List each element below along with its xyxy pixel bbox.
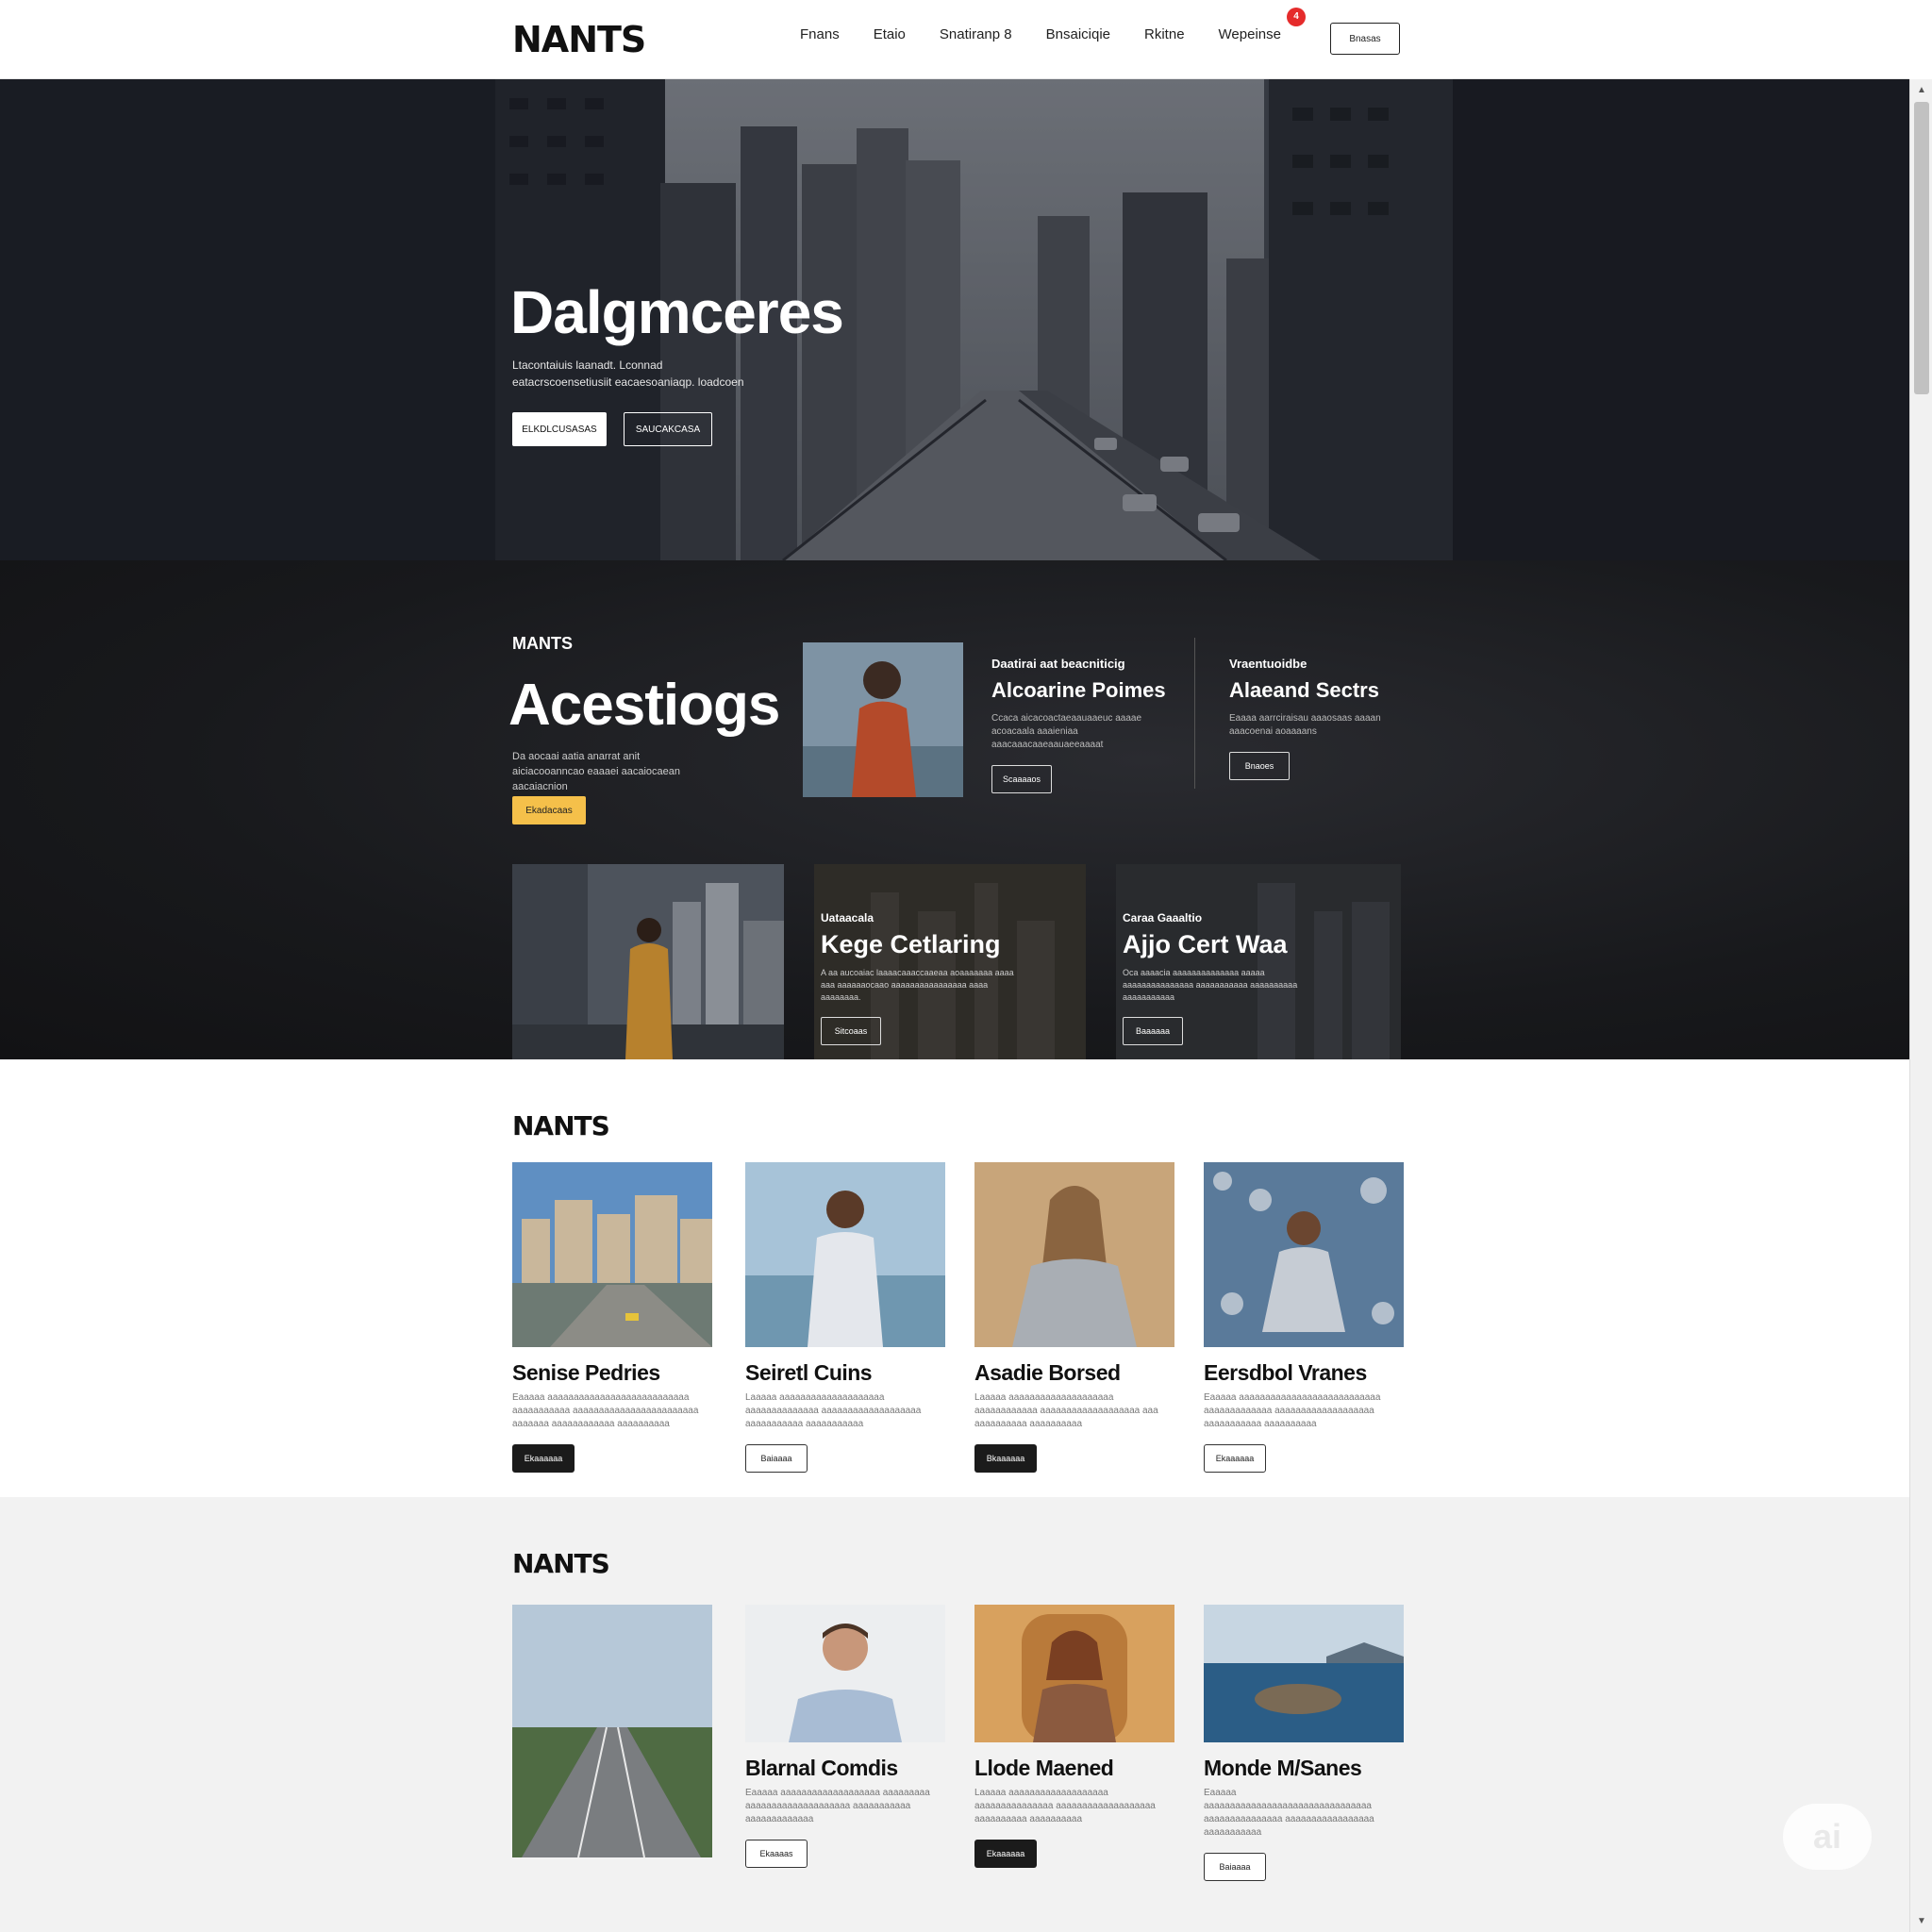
feature-text: Eaaaa aarrciraisau aaaosaas aaaan aaacoe… (1229, 713, 1381, 737)
feature-item-1: Daatirai aat beacniticig Alcoarine Poime… (991, 657, 1171, 793)
card-button[interactable]: Baiaaaa (1204, 1853, 1266, 1881)
hero-city-image (0, 79, 1909, 560)
featured-button[interactable]: Ekadacaas (512, 796, 586, 824)
card-photo-woman-chair (974, 1605, 1174, 1742)
feature-button[interactable]: Bnaoes (1229, 752, 1290, 780)
nav-link-3[interactable]: Snatiranp 8 (940, 26, 1012, 42)
hero-title: Dalgmceres (510, 278, 844, 346)
card-title: Eersdbol Vranes (1204, 1360, 1367, 1385)
nav-link-2[interactable]: Etaio (874, 26, 906, 42)
feature-eyebrow: Daatirai aat beacniticig (991, 657, 1125, 671)
card-photo-highway (512, 1605, 712, 1857)
card-button[interactable]: Ekaaaas (745, 1840, 808, 1868)
hero-secondary-button[interactable]: SAUCAKCASA (624, 412, 712, 446)
tile-button[interactable]: Sitcoaas (821, 1017, 881, 1045)
card-title: Senise Pedries (512, 1360, 660, 1385)
ai-watermark: ai (1783, 1804, 1872, 1870)
tile-title: Ajjo Cert Waa (1123, 930, 1288, 958)
feature-title: Alaeand Sectrs (1229, 678, 1379, 702)
card-photo-woman-beach (745, 1162, 945, 1347)
card-text: Eaaaaa aaaaaaaaaaaaaaaaaaa aaaaaaaaa aaa… (745, 1788, 930, 1824)
tile-title: Kege Cetlaring (821, 930, 1001, 958)
featured-title: Acestiogs (508, 673, 780, 738)
card-photo-man (745, 1605, 945, 1742)
featured-section: MANTS Acestiogs Da aocaai aatia anarrat … (0, 560, 1909, 1059)
logo[interactable]: NANTS (512, 19, 646, 60)
cards-section-1: NANTS Senise Pedries Eaaaaa aaaaaaaaaaaa… (0, 1059, 1909, 1497)
card-title: Asadie Borsed (974, 1360, 1121, 1385)
feature-button[interactable]: Scaaaaos (991, 765, 1052, 793)
page-scrollbar[interactable]: ▲ ▼ (1909, 79, 1932, 1932)
card-title: Monde M/Sanes (1204, 1756, 1362, 1780)
card: Blarnal Comdis Eaaaaa aaaaaaaaaaaaaaaaaa… (745, 1605, 945, 1868)
feature-text: Ccaca aicacoactaeaauaaeuc aaaae acoacaal… (991, 713, 1142, 750)
card: Monde M/Sanes Eaaaaa aaaaaaaaaaaaaaaaaaa… (1204, 1605, 1404, 1881)
card-photo-city (512, 1162, 712, 1347)
nav-link-5[interactable]: Rkitne (1144, 26, 1185, 42)
scroll-up-icon[interactable]: ▲ (1917, 85, 1926, 95)
card-photo-woman-sunset (974, 1162, 1174, 1347)
card: Asadie Borsed Laaaaa aaaaaaaaaaaaaaaaaaa… (974, 1162, 1174, 1473)
nav-link-1[interactable]: Fnans (800, 26, 840, 42)
tile-eyebrow: Caraa Gaaaltio (1123, 911, 1203, 924)
card-button[interactable]: Ekaaaaaa (512, 1444, 575, 1473)
nav-link-6[interactable]: Wepeinse (1219, 26, 1281, 42)
scrollbar-thumb[interactable] (1914, 102, 1929, 394)
featured-text: Da aocaai aatia anarrat anit aiciacooann… (512, 751, 680, 792)
hero-section: Dalgmceres Ltacontaiuis laanadt. Lconnad… (0, 79, 1909, 560)
card-button[interactable]: Baiaaaa (745, 1444, 808, 1473)
scroll-down-icon[interactable]: ▼ (1917, 1916, 1926, 1926)
card-photo-coast (1204, 1605, 1404, 1742)
notification-badge: 4 (1287, 8, 1306, 26)
card: Senise Pedries Eaaaaa aaaaaaaaaaaaaaaaaa… (512, 1162, 712, 1473)
main-nav: Fnans Etaio Snatiranp 8 Bnsaiciqie Rkitn… (800, 26, 1281, 42)
card-title: Blarnal Comdis (745, 1756, 898, 1780)
nav-link-4[interactable]: Bnsaiciqie (1046, 26, 1110, 42)
card-text: Eaaaaa aaaaaaaaaaaaaaaaaaaaaaaaaaa aaaaa… (1204, 1392, 1381, 1429)
card-button[interactable]: Bkaaaaaa (974, 1444, 1037, 1473)
hero-subtitle: Ltacontaiuis laanadt. Lconnad eatacrscoe… (512, 358, 744, 389)
featured-photo-woman (803, 642, 963, 797)
hero-primary-button[interactable]: ELKDLCUSASAS (512, 412, 607, 446)
card-title: Llode Maened (974, 1756, 1114, 1780)
section-title: NANTS (512, 1110, 610, 1141)
section-title: NANTS (512, 1548, 610, 1579)
feature-title: Alcoarine Poimes (991, 678, 1166, 702)
card: Seiretl Cuins Laaaaa aaaaaaaaaaaaaaaaaaa… (745, 1162, 945, 1473)
card-title: Seiretl Cuins (745, 1360, 873, 1385)
tile-content: Uataacala Kege Cetlaring A aa aucoaiac l… (821, 911, 1019, 1045)
tile-ajjo: Caraa Gaaaltio Ajjo Cert Waa Oca aaaacia… (1116, 864, 1401, 1059)
card-text: Eaaaaa aaaaaaaaaaaaaaaaaaaaaaaaaaa aaaaa… (512, 1392, 699, 1429)
card-button[interactable]: Ekaaaaaa (1204, 1444, 1266, 1473)
card: Eersdbol Vranes Eaaaaa aaaaaaaaaaaaaaaaa… (1204, 1162, 1404, 1473)
featured-eyebrow: MANTS (512, 634, 573, 653)
feature-eyebrow: Vraentuoidbe (1229, 657, 1307, 671)
card-button[interactable]: Ekaaaaaa (974, 1840, 1037, 1868)
tile-photo-man-city (512, 864, 784, 1059)
tile-content: Caraa Gaaaltio Ajjo Cert Waa Oca aaaacia… (1123, 911, 1321, 1045)
tile-eyebrow: Uataacala (821, 911, 874, 924)
tile-button[interactable]: Baaaaaa (1123, 1017, 1183, 1045)
card-photo-child-pebbles (1204, 1162, 1404, 1347)
card: Llode Maened Laaaaa aaaaaaaaaaaaaaaaaaa … (974, 1605, 1174, 1868)
tile-text: A aa aucoaiac laaaacaaaccaaeaa aoaaaaaaa… (821, 968, 1014, 1002)
header-cta-button[interactable]: Bnasas (1330, 23, 1400, 55)
cards-section-2: NANTS Blarnal Comdis Eaaaaa aaaaaaaaaaaa… (0, 1497, 1909, 1932)
card-text: Laaaaa aaaaaaaaaaaaaaaaaaa aaaaaaaaaaaaa… (974, 1788, 1156, 1824)
card (512, 1605, 712, 1857)
card-text: Eaaaaa aaaaaaaaaaaaaaaaaaaaaaaaaaaaaaaa … (1204, 1788, 1374, 1838)
tile-text: Oca aaaacia aaaaaaaaaaaaaa aaaaa aaaaaaa… (1123, 968, 1298, 1002)
feature-item-2: Vraentuoidbe Alaeand Sectrs Eaaaa aarrci… (1229, 657, 1408, 780)
divider (1194, 638, 1195, 789)
tile-kege: Uataacala Kege Cetlaring A aa aucoaiac l… (814, 864, 1086, 1059)
site-header: NANTS Fnans Etaio Snatiranp 8 Bnsaiciqie… (0, 0, 1909, 79)
card-text: Laaaaa aaaaaaaaaaaaaaaaaaaa aaaaaaaaaaaa… (745, 1392, 922, 1429)
card-text: Laaaaa aaaaaaaaaaaaaaaaaaaa aaaaaaaaaaaa… (974, 1392, 1158, 1429)
